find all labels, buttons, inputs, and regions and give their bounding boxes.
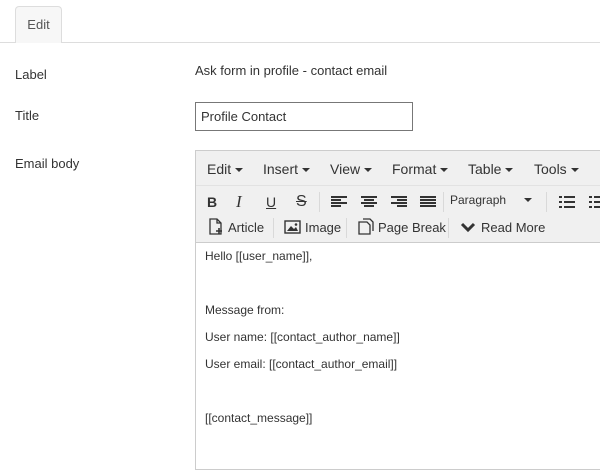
menu-insert[interactable]: Insert [263,161,311,177]
toolbar-separator [546,192,547,212]
tab-bar: Edit [0,0,600,43]
underline-button[interactable]: U [266,190,276,214]
title-field-label: Title [15,108,40,123]
menu-edit-label: Edit [207,161,232,177]
align-center-icon[interactable] [361,196,377,208]
chevron-down-icon [364,168,373,172]
content-line: User email: [[contact_author_email]] [205,357,398,371]
strikethrough-button[interactable]: S [296,190,307,214]
content-line [205,378,600,405]
label-field-label: Label [15,67,47,82]
align-left-icon[interactable] [331,196,347,208]
bold-button[interactable]: B [207,190,217,214]
menu-view-label: View [330,161,361,177]
insert-image-button[interactable]: Image [284,216,341,240]
tab-edit[interactable]: Edit [15,6,62,42]
chevron-down-icon [505,168,514,172]
menu-format[interactable]: Format [392,161,449,177]
content-line [205,270,600,297]
menu-insert-label: Insert [263,161,299,177]
editor-content[interactable]: Hello [[user_name]], Message from: User … [196,243,600,432]
toolbar-separator [319,192,320,212]
page-break-label: Page Break [378,220,446,235]
menu-table-label: Table [468,161,502,177]
editor-toolbar: B I U S Paragraph Article Image Page Bre… [196,186,600,243]
insert-image-label: Image [305,220,342,235]
paragraph-format-select[interactable]: Paragraph [450,188,533,212]
chevron-down-icon [460,222,476,233]
menu-view[interactable]: View [330,161,373,177]
align-justify-icon[interactable] [420,196,436,208]
page-break-icon [358,218,374,235]
title-input[interactable] [195,102,413,131]
paragraph-format-label: Paragraph [450,193,507,207]
image-icon [284,220,301,234]
content-line: Hello [[user_name]], [205,249,313,263]
insert-article-button[interactable]: Article [207,216,264,240]
toolbar-separator [443,192,444,212]
content-line: Message from: [205,303,285,317]
menu-edit[interactable]: Edit [207,161,244,177]
menu-table[interactable]: Table [468,161,514,177]
toolbar-separator [273,218,274,238]
menu-format-label: Format [392,161,437,177]
tab-divider [0,42,600,43]
menu-tools-label: Tools [534,161,567,177]
chevron-down-icon [235,168,244,172]
label-field-value: Ask form in profile - contact email [195,63,388,78]
email-body-label: Email body [15,156,80,171]
article-icon [209,218,222,235]
chevron-down-icon [302,168,311,172]
menu-tools[interactable]: Tools [534,161,579,177]
chevron-down-icon [440,168,449,172]
bullet-list-icon[interactable] [559,196,575,208]
toolbar-separator [448,218,449,238]
rich-text-editor: Edit Insert View Format Table Tools B I … [195,150,600,470]
toolbar-separator [346,218,347,238]
content-line: User name: [[contact_author_name]] [205,330,400,344]
read-more-label: Read More [481,220,546,235]
editor-menubar: Edit Insert View Format Table Tools [196,151,600,186]
numbered-list-icon[interactable] [589,196,600,208]
chevron-down-icon [524,198,533,202]
align-right-icon[interactable] [391,196,407,208]
tab-active-indicator [16,42,61,43]
read-more-button[interactable]: Read More [460,216,545,240]
content-line: [[contact_message]] [205,411,313,425]
page-break-button[interactable]: Page Break [358,216,446,240]
insert-article-label: Article [228,220,265,235]
chevron-down-icon [570,168,579,172]
italic-button[interactable]: I [236,190,242,214]
